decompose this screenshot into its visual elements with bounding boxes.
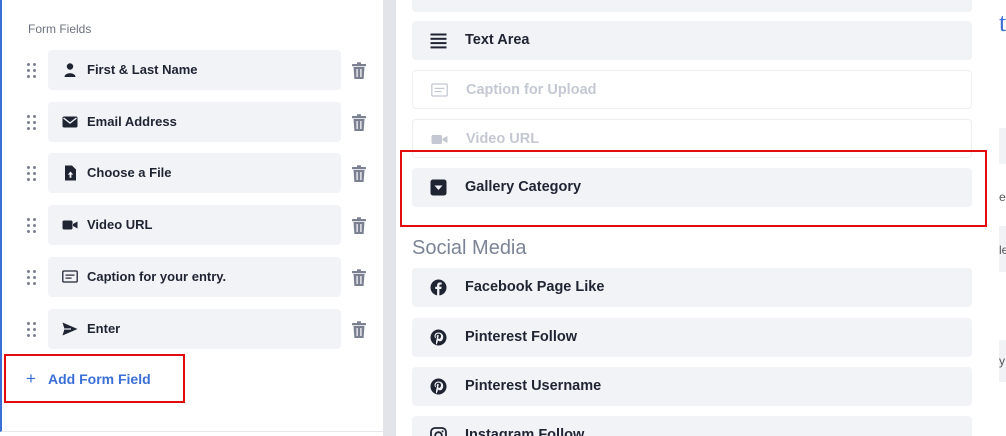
drag-handle-icon[interactable] <box>27 322 39 337</box>
trash-icon[interactable] <box>351 217 367 235</box>
form-field-label: First & Last Name <box>87 62 198 77</box>
field-option-label: Video URL <box>466 131 540 147</box>
field-option-video-url: Video URL <box>412 119 972 158</box>
trash-icon[interactable] <box>351 62 367 80</box>
user-icon <box>64 63 76 77</box>
video-camera-icon <box>431 135 448 144</box>
trash-icon[interactable] <box>351 321 367 339</box>
social-option-label: Pinterest Follow <box>465 329 577 345</box>
form-field-label: Email Address <box>87 114 177 129</box>
form-field-pill[interactable]: Choose a File <box>48 153 341 193</box>
form-field-row[interactable]: Choose a File <box>2 153 385 193</box>
social-option-label: Facebook Page Like <box>465 279 605 295</box>
social-option-label: Pinterest Username <box>465 378 602 394</box>
preview-snippet: le <box>999 243 1006 257</box>
form-field-label: Caption for your entry. <box>87 269 227 284</box>
pinterest-icon <box>430 329 447 346</box>
field-option-label: Caption for Upload <box>466 82 597 98</box>
pinterest-icon <box>430 378 447 395</box>
form-field-pill[interactable]: First & Last Name <box>48 50 341 90</box>
form-field-pill[interactable]: Email Address <box>48 102 341 142</box>
field-option-text-area[interactable]: Text Area <box>412 21 972 60</box>
add-form-field-label: Add Form Field <box>48 371 151 387</box>
trash-icon[interactable] <box>351 165 367 183</box>
trash-icon[interactable] <box>351 114 367 132</box>
app-root: Form Fields First & Last Name Email Addr… <box>0 0 1006 436</box>
form-field-row[interactable]: Video URL <box>2 205 385 245</box>
form-field-row[interactable]: First & Last Name <box>2 50 385 90</box>
text-lines-icon <box>430 33 447 49</box>
caption-icon <box>431 83 448 97</box>
send-icon <box>62 322 78 336</box>
field-option-label: Text Area <box>465 32 530 48</box>
form-field-pill[interactable]: Video URL <box>48 205 341 245</box>
facebook-icon <box>430 279 447 296</box>
field-option-label: Gallery Category <box>465 179 582 195</box>
video-camera-icon <box>62 220 78 230</box>
form-field-row[interactable]: Caption for your entry. <box>2 257 385 297</box>
preview-snippet: y <box>999 354 1005 368</box>
field-option-caption-for-upload: Caption for Upload <box>412 70 972 109</box>
section-label: Form Fields <box>28 22 92 36</box>
social-option-facebook-page-like[interactable]: Facebook Page Like <box>412 268 972 307</box>
field-option-partial[interactable] <box>412 0 972 12</box>
form-field-label: Enter <box>87 321 121 336</box>
form-field-label: Choose a File <box>87 165 172 180</box>
instagram-icon <box>430 427 447 436</box>
envelope-icon <box>62 116 78 128</box>
preview-title-fragment: t <box>999 8 1006 37</box>
add-form-field-button[interactable]: + Add Form Field <box>4 354 185 403</box>
panel-divider <box>383 0 396 436</box>
trash-icon[interactable] <box>351 269 367 287</box>
right-preview-panel: t es le y <box>999 0 1006 436</box>
form-field-pill[interactable]: Enter <box>48 309 341 349</box>
preview-snippet: es <box>999 190 1006 204</box>
preview-block <box>999 128 1006 164</box>
plus-icon: + <box>26 369 36 388</box>
form-field-row[interactable]: Email Address <box>2 102 385 142</box>
form-field-label: Video URL <box>87 217 153 232</box>
form-field-row[interactable]: Enter <box>2 309 385 349</box>
social-media-heading: Social Media <box>412 237 527 259</box>
field-option-gallery-category[interactable]: Gallery Category <box>412 168 972 207</box>
drag-handle-icon[interactable] <box>27 218 39 233</box>
drag-handle-icon[interactable] <box>27 270 39 285</box>
form-field-pill[interactable]: Caption for your entry. <box>48 257 341 297</box>
social-option-instagram-follow[interactable]: Instagram Follow <box>412 416 972 436</box>
caption-icon <box>62 270 78 283</box>
social-option-label: Instagram Follow <box>465 427 585 436</box>
drag-handle-icon[interactable] <box>27 115 39 130</box>
drag-handle-icon[interactable] <box>27 166 39 181</box>
field-options-panel: Text Area Caption for Upload Video URL G… <box>396 0 999 436</box>
social-option-pinterest-follow[interactable]: Pinterest Follow <box>412 318 972 357</box>
dropdown-icon <box>430 179 447 196</box>
form-fields-panel: Form Fields First & Last Name Email Addr… <box>0 0 383 432</box>
file-upload-icon <box>65 165 76 181</box>
drag-handle-icon[interactable] <box>27 63 39 78</box>
social-option-pinterest-username[interactable]: Pinterest Username <box>412 367 972 406</box>
